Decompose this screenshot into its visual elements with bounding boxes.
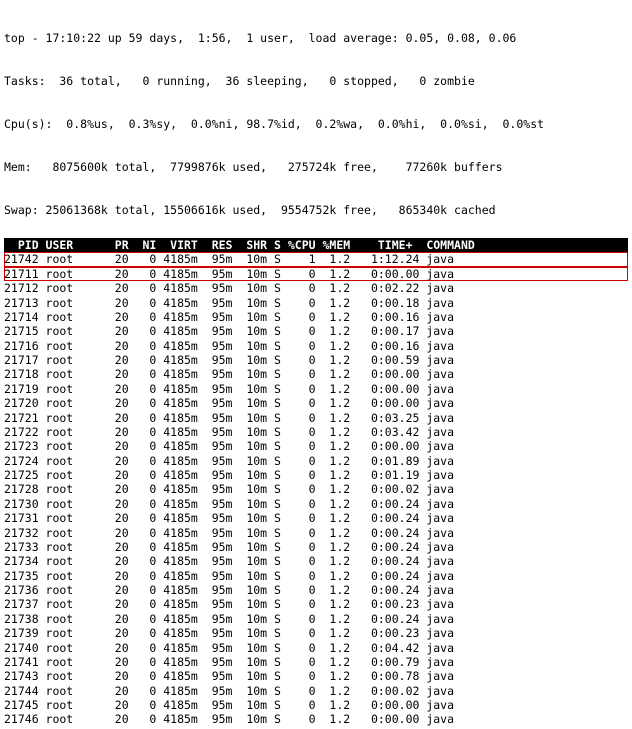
process-row: 21734 root 20 0 4185m 95m 10m S 0 1.2 0:… — [4, 554, 628, 568]
process-row: 21736 root 20 0 4185m 95m 10m S 0 1.2 0:… — [4, 583, 628, 597]
process-table: 21742 root 20 0 4185m 95m 10m S 1 1.2 1:… — [4, 252, 628, 726]
process-row: 21724 root 20 0 4185m 95m 10m S 0 1.2 0:… — [4, 454, 628, 468]
summary-mem: Mem: 8075600k total, 7799876k used, 2757… — [4, 160, 628, 174]
summary-swap: Swap: 25061368k total, 15506616k used, 9… — [4, 203, 628, 217]
process-row: 21716 root 20 0 4185m 95m 10m S 0 1.2 0:… — [4, 339, 628, 353]
process-row: 21714 root 20 0 4185m 95m 10m S 0 1.2 0:… — [4, 310, 628, 324]
summary-cpu: Cpu(s): 0.8%us, 0.3%sy, 0.0%ni, 98.7%id,… — [4, 117, 628, 131]
process-row: 21737 root 20 0 4185m 95m 10m S 0 1.2 0:… — [4, 597, 628, 611]
process-row: 21731 root 20 0 4185m 95m 10m S 0 1.2 0:… — [4, 511, 628, 525]
process-row: 21725 root 20 0 4185m 95m 10m S 0 1.2 0:… — [4, 468, 628, 482]
process-row: 21720 root 20 0 4185m 95m 10m S 0 1.2 0:… — [4, 396, 628, 410]
process-row: 21745 root 20 0 4185m 95m 10m S 0 1.2 0:… — [4, 698, 628, 712]
process-row: 21743 root 20 0 4185m 95m 10m S 0 1.2 0:… — [4, 669, 628, 683]
process-row: 21723 root 20 0 4185m 95m 10m S 0 1.2 0:… — [4, 439, 628, 453]
summary-uptime: top - 17:10:22 up 59 days, 1:56, 1 user,… — [4, 31, 628, 45]
process-row: 21739 root 20 0 4185m 95m 10m S 0 1.2 0:… — [4, 626, 628, 640]
process-row: 21738 root 20 0 4185m 95m 10m S 0 1.2 0:… — [4, 612, 628, 626]
process-row: 21746 root 20 0 4185m 95m 10m S 0 1.2 0:… — [4, 712, 628, 726]
process-row: 21718 root 20 0 4185m 95m 10m S 0 1.2 0:… — [4, 367, 628, 381]
process-row: 21728 root 20 0 4185m 95m 10m S 0 1.2 0:… — [4, 482, 628, 496]
process-row: 21713 root 20 0 4185m 95m 10m S 0 1.2 0:… — [4, 296, 628, 310]
top-summary: top - 17:10:22 up 59 days, 1:56, 1 user,… — [4, 2, 628, 232]
process-row: 21711 root 20 0 4185m 95m 10m S 0 1.2 0:… — [4, 267, 628, 281]
summary-tasks: Tasks: 36 total, 0 running, 36 sleeping,… — [4, 74, 628, 88]
process-row: 21735 root 20 0 4185m 95m 10m S 0 1.2 0:… — [4, 569, 628, 583]
process-row: 21742 root 20 0 4185m 95m 10m S 1 1.2 1:… — [4, 252, 628, 266]
process-row: 21732 root 20 0 4185m 95m 10m S 0 1.2 0:… — [4, 526, 628, 540]
process-row: 21721 root 20 0 4185m 95m 10m S 0 1.2 0:… — [4, 411, 628, 425]
process-row: 21717 root 20 0 4185m 95m 10m S 0 1.2 0:… — [4, 353, 628, 367]
process-row: 21715 root 20 0 4185m 95m 10m S 0 1.2 0:… — [4, 324, 628, 338]
process-row: 21719 root 20 0 4185m 95m 10m S 0 1.2 0:… — [4, 382, 628, 396]
process-row: 21741 root 20 0 4185m 95m 10m S 0 1.2 0:… — [4, 655, 628, 669]
column-headers: PID USER PR NI VIRT RES SHR S %CPU %MEM … — [4, 238, 628, 252]
process-row: 21740 root 20 0 4185m 95m 10m S 0 1.2 0:… — [4, 641, 628, 655]
process-row: 21712 root 20 0 4185m 95m 10m S 0 1.2 0:… — [4, 281, 628, 295]
process-row: 21722 root 20 0 4185m 95m 10m S 0 1.2 0:… — [4, 425, 628, 439]
process-row: 21730 root 20 0 4185m 95m 10m S 0 1.2 0:… — [4, 497, 628, 511]
process-row: 21733 root 20 0 4185m 95m 10m S 0 1.2 0:… — [4, 540, 628, 554]
process-row: 21744 root 20 0 4185m 95m 10m S 0 1.2 0:… — [4, 684, 628, 698]
